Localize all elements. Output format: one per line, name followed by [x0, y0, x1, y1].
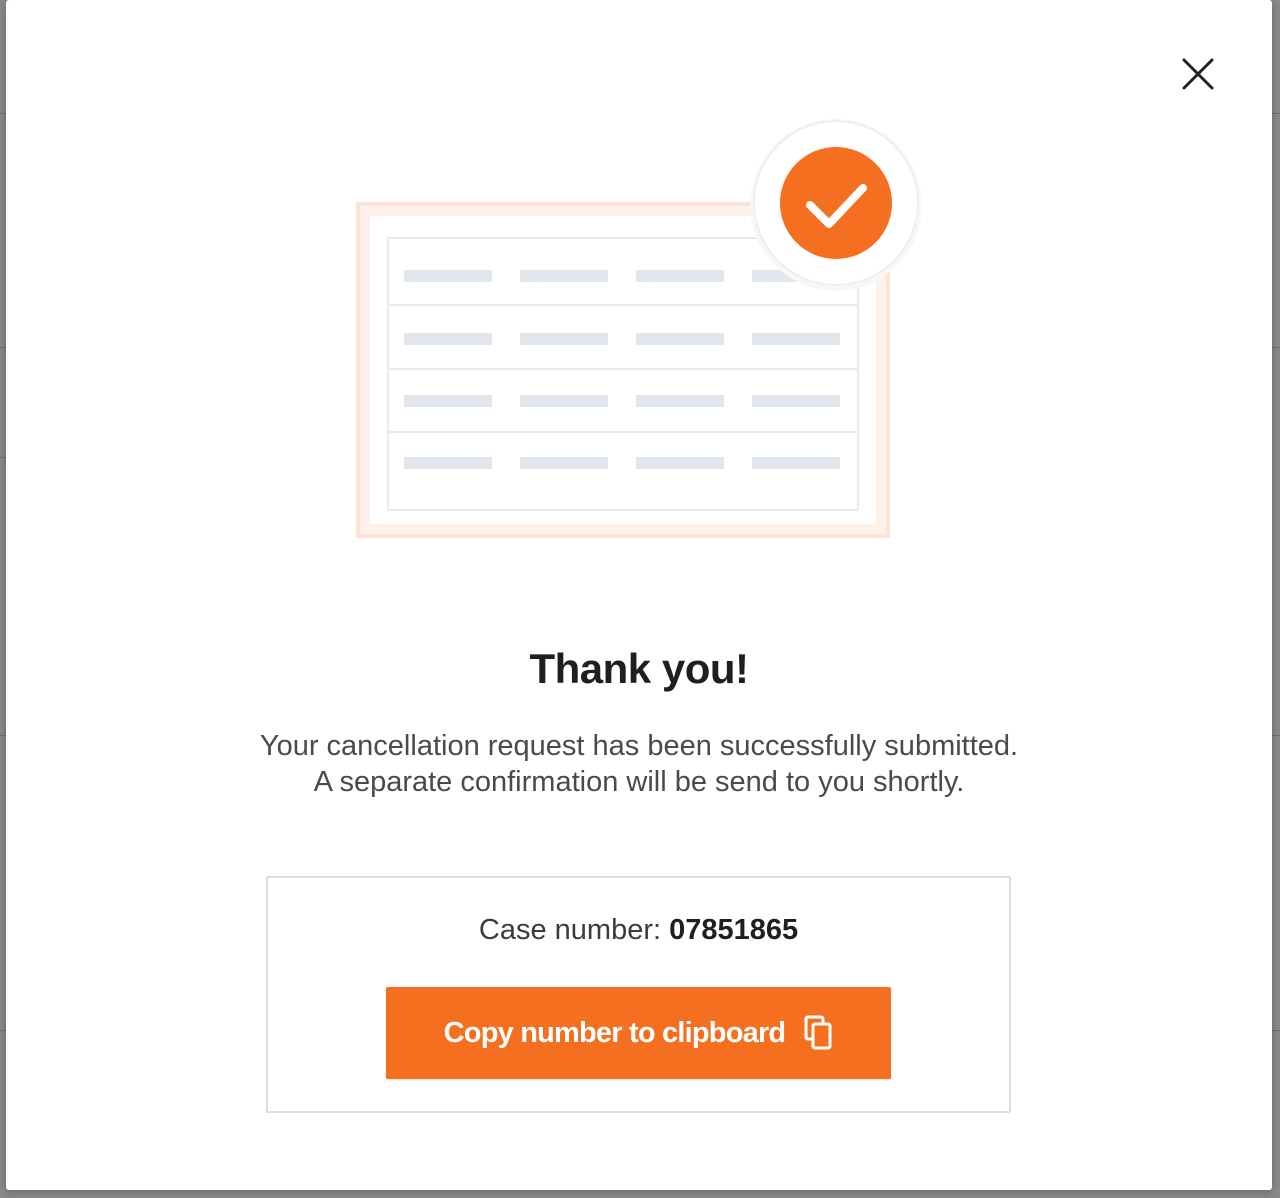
background-divider: [1272, 1030, 1280, 1031]
case-number-box: Case number: 07851865 Copy number to clip…: [266, 876, 1011, 1113]
copy-button-label: Copy number to clipboard: [443, 1016, 787, 1049]
message-line: A separate confirmation will be send to …: [313, 766, 965, 798]
background-divider: [1272, 347, 1280, 348]
dialog-title: Thank you!: [529, 645, 749, 692]
confirmation-message: Your cancellation request has been succe…: [6, 728, 1272, 800]
case-number-row: Case number: 07851865: [268, 914, 1009, 947]
copy-icon: [803, 1015, 833, 1051]
confirmation-dialog: Thank you! Your cancellation request has…: [6, 0, 1272, 1190]
case-number-label: Case number:: [478, 914, 662, 946]
table-with-checkmark-illustration: [356, 119, 922, 538]
background-divider: [1272, 113, 1280, 114]
case-number-value: 07851865: [669, 914, 799, 946]
background-divider: [1272, 735, 1280, 736]
message-line: Your cancellation request has been succe…: [259, 730, 1019, 762]
copy-number-button[interactable]: Copy number to clipboard: [386, 987, 891, 1079]
